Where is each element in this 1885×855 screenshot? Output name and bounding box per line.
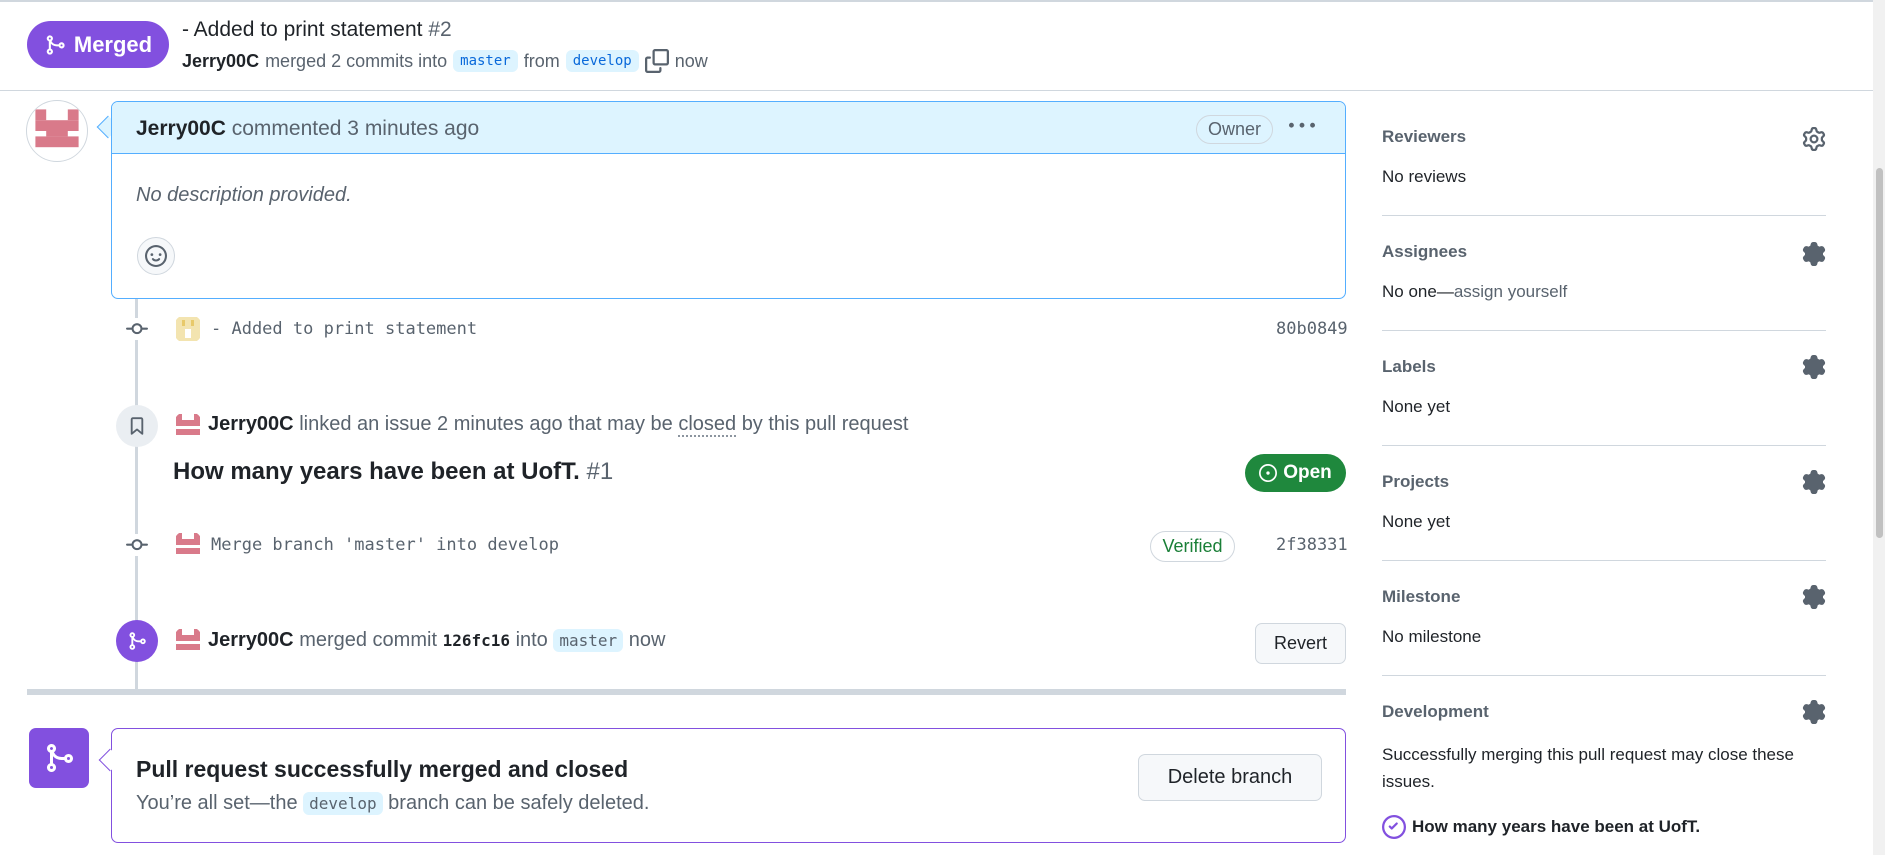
git-commit-icon (126, 534, 148, 556)
development-issue-title[interactable]: How many years have been at UofT. (1412, 817, 1700, 837)
commit-message-link[interactable]: - Added to print statement (211, 319, 477, 339)
commit-sha-link[interactable]: 80b0849 (1276, 319, 1348, 339)
merge-branch-link[interactable]: master (553, 629, 624, 652)
git-commit-icon (126, 318, 148, 340)
avatar[interactable] (173, 626, 203, 656)
owner-badge: Owner (1196, 115, 1273, 144)
git-merge-icon (46, 34, 65, 55)
check-circle-icon (1382, 815, 1406, 839)
gear-icon[interactable] (1802, 470, 1826, 494)
comment-action[interactable]: commented 3 minutes ago (232, 117, 479, 140)
commit-message-link[interactable]: Merge branch 'master' into develop (211, 535, 559, 555)
sidebar-divider (1382, 215, 1826, 216)
gear-icon[interactable] (1802, 700, 1826, 724)
linked-issue-number: #1 (586, 458, 614, 485)
git-merge-icon (116, 620, 158, 662)
pr-author-link[interactable]: Jerry00C (182, 51, 259, 72)
gear-icon[interactable] (1802, 127, 1826, 151)
gear-icon[interactable] (1802, 585, 1826, 609)
git-merge-icon (29, 728, 89, 788)
development-value: Successfully merging this pull request m… (1382, 745, 1794, 791)
development-heading[interactable]: Development (1382, 702, 1489, 722)
closed-keyword: closed (678, 413, 737, 435)
gear-icon[interactable] (1802, 242, 1826, 266)
pr-title-text: - Added to print statement (182, 18, 423, 41)
milestone-heading[interactable]: Milestone (1382, 587, 1460, 607)
commit-sha-link[interactable]: 2f38331 (1276, 535, 1348, 555)
copy-icon[interactable] (644, 49, 669, 73)
labels-heading[interactable]: Labels (1382, 357, 1436, 377)
sidebar-divider (1382, 330, 1826, 331)
avatar[interactable] (26, 100, 88, 162)
merge-event-time[interactable]: now (629, 629, 666, 651)
issue-state-label: Open (1283, 462, 1332, 483)
sidebar-divider (1382, 560, 1826, 561)
event-author-link[interactable]: Jerry00C (208, 413, 294, 435)
pr-from-text: from (523, 50, 560, 71)
pr-number: #2 (428, 18, 452, 41)
merge-commit-link[interactable]: 126fc16 (443, 631, 510, 650)
merge-event-text1: merged commit (299, 629, 437, 651)
assignees-value: No one—assign yourself (1382, 282, 1567, 302)
issue-opened-icon (1259, 464, 1278, 482)
merged-status-badge: Merged (27, 21, 169, 68)
development-issue[interactable]: How many years have been at UofT. (1382, 815, 1700, 839)
merged-title: Pull request successfully merged and clo… (136, 756, 629, 782)
linked-issue-title[interactable]: How many years have been at UofT. #1 (173, 458, 613, 486)
bookmark-icon (116, 405, 158, 447)
base-branch-link[interactable]: master (453, 50, 518, 72)
event-text-before: linked an issue 2 minutes ago that may b… (299, 413, 673, 435)
kebab-horizontal-icon[interactable] (1288, 112, 1316, 140)
linked-issue-title-text[interactable]: How many years have been at UofT. (173, 458, 580, 485)
merged-sub-before: You’re all set—the (136, 792, 298, 814)
projects-value: None yet (1382, 512, 1451, 531)
merged-sub-after: branch can be safely deleted. (388, 792, 650, 814)
avatar[interactable] (173, 530, 203, 560)
verified-badge[interactable]: Verified (1150, 531, 1235, 562)
pr-time: now (674, 50, 708, 71)
merged-status-label: Merged (73, 31, 153, 57)
issue-open-badge: Open (1245, 454, 1346, 492)
pr-merge-text: merged 2 commits into (265, 50, 448, 71)
avatar-identicon (30, 104, 84, 158)
pr-title: - Added to print statement #2 (182, 18, 452, 42)
labels-value: None yet (1382, 397, 1451, 416)
merge-event-text2: into (515, 629, 548, 651)
milestone-value: No milestone (1382, 627, 1482, 646)
event-text-after: by this pull request (741, 413, 909, 435)
smiley-icon[interactable] (137, 237, 175, 275)
avatar[interactable] (173, 411, 203, 441)
header-divider (0, 90, 1873, 91)
timeline-break (27, 689, 1346, 695)
reviewers-heading[interactable]: Reviewers (1382, 127, 1826, 147)
linked-issue-event-text: Jerry00C linked an issue 2 minutes ago t… (208, 413, 908, 436)
gear-icon[interactable] (1802, 355, 1826, 379)
merged-subtitle: You’re all set—the develop branch can be… (136, 792, 649, 815)
revert-button[interactable]: Revert (1255, 623, 1346, 664)
assignees-none: No one— (1382, 282, 1454, 301)
comment-author-line: Jerry00C commented 3 minutes ago (136, 117, 479, 141)
head-branch-link[interactable]: develop (565, 50, 639, 72)
comment-author-link[interactable]: Jerry00C (136, 117, 226, 140)
assign-yourself-link[interactable]: assign yourself (1454, 282, 1567, 301)
avatar[interactable] (173, 314, 203, 344)
assignees-heading[interactable]: Assignees (1382, 242, 1467, 262)
sidebar-divider (1382, 675, 1826, 676)
merge-event-text: Jerry00C merged commit 126fc16 into mast… (208, 629, 665, 652)
projects-heading[interactable]: Projects (1382, 472, 1449, 492)
scrollbar-thumb[interactable] (1876, 168, 1883, 538)
delete-branch-button[interactable]: Delete branch (1138, 754, 1322, 801)
comment-body: No description provided. (136, 184, 352, 206)
reviewers-value: No reviews (1382, 167, 1467, 186)
sidebar-reviewers: Reviewers (1382, 127, 1826, 147)
event-author-link[interactable]: Jerry00C (208, 629, 294, 651)
top-border (0, 0, 1885, 2)
sidebar-divider (1382, 445, 1826, 446)
merged-branch-name: develop (303, 792, 383, 815)
pr-subtitle: Jerry00C merged 2 commits into master fr… (182, 49, 708, 73)
